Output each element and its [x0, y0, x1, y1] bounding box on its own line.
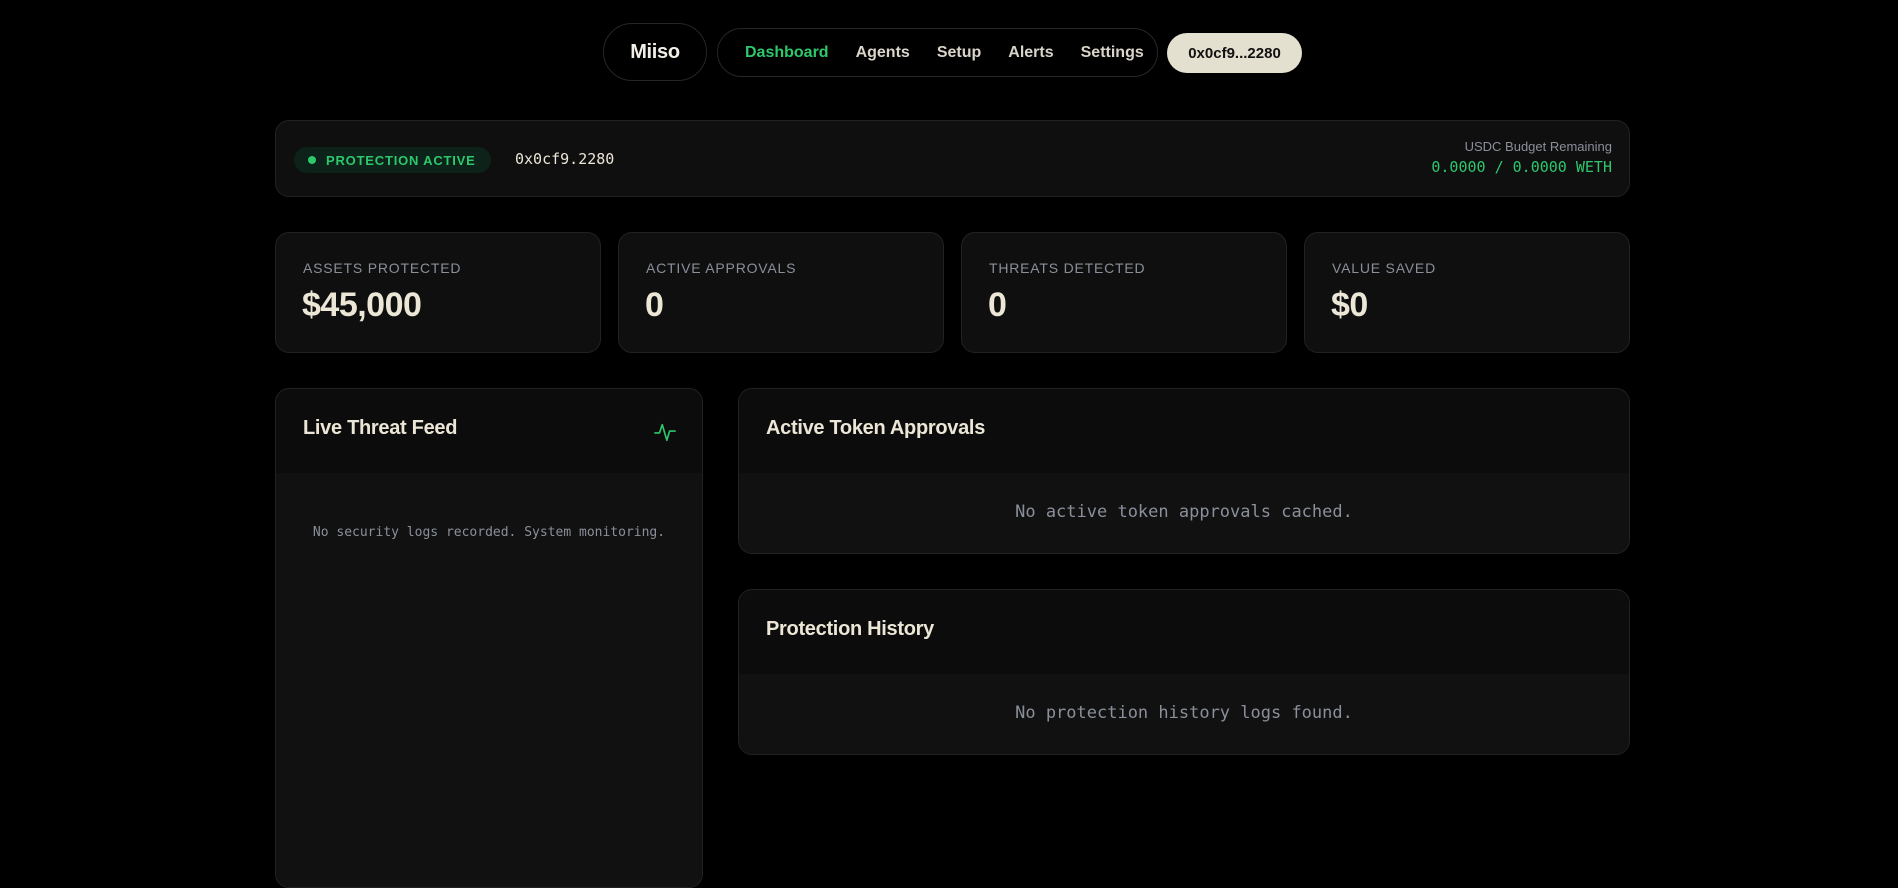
nav-link-alerts[interactable]: Alerts	[1008, 44, 1053, 62]
stat-card-threats-detected: THREATS DETECTED 0	[961, 232, 1287, 353]
nav-link-dashboard[interactable]: Dashboard	[745, 44, 829, 62]
protection-status-badge: PROTECTION ACTIVE	[294, 147, 491, 173]
stat-label: THREATS DETECTED	[989, 260, 1146, 276]
panel-header: Protection History	[739, 590, 1629, 675]
stat-value: $0	[1331, 286, 1368, 324]
stat-card-value-saved: VALUE SAVED $0	[1304, 232, 1630, 353]
protection-status-bar: PROTECTION ACTIVE 0x0cf9.2280 USDC Budge…	[275, 120, 1630, 197]
top-nav: Miiso Dashboard Agents Setup Alerts Sett…	[0, 23, 1898, 83]
panel-header: Live Threat Feed	[276, 389, 702, 474]
nav-link-setup[interactable]: Setup	[937, 44, 981, 62]
threat-feed-empty-message: No security logs recorded. System monito…	[312, 525, 666, 540]
nav-link-settings[interactable]: Settings	[1081, 44, 1144, 62]
stat-value: $45,000	[302, 286, 422, 324]
stat-card-assets-protected: ASSETS PROTECTED $45,000	[275, 232, 601, 353]
panel-body: No active token approvals cached.	[739, 473, 1629, 553]
panel-body: No security logs recorded. System monito…	[276, 473, 702, 887]
active-token-approvals-panel: Active Token Approvals No active token a…	[738, 388, 1630, 554]
stat-label: VALUE SAVED	[1332, 260, 1436, 276]
stat-label: ASSETS PROTECTED	[303, 260, 462, 276]
status-dot-icon	[308, 156, 316, 164]
logo-text: Miiso	[630, 40, 680, 63]
panel-title: Live Threat Feed	[303, 417, 458, 439]
history-empty-message: No protection history logs found.	[1015, 703, 1353, 723]
wallet-button[interactable]: 0x0cf9...2280	[1167, 33, 1302, 73]
stat-value: 0	[645, 286, 664, 324]
protected-address: 0x0cf9.2280	[515, 150, 615, 168]
stat-label: ACTIVE APPROVALS	[646, 260, 797, 276]
protection-history-panel: Protection History No protection history…	[738, 589, 1630, 755]
activity-pulse-icon	[654, 423, 676, 442]
budget-label: USDC Budget Remaining	[1464, 139, 1612, 154]
panel-body: No protection history logs found.	[739, 674, 1629, 754]
nav-links: Dashboard Agents Setup Alerts Settings	[717, 28, 1158, 77]
stat-value: 0	[988, 286, 1007, 324]
wallet-address: 0x0cf9...2280	[1188, 44, 1281, 62]
live-threat-feed-panel: Live Threat Feed No security logs record…	[275, 388, 703, 888]
logo[interactable]: Miiso	[603, 23, 707, 81]
stat-card-active-approvals: ACTIVE APPROVALS 0	[618, 232, 944, 353]
budget-value: 0.0000 / 0.0000 WETH	[1431, 158, 1612, 176]
panel-header: Active Token Approvals	[739, 389, 1629, 474]
protection-status-text: PROTECTION ACTIVE	[326, 152, 476, 168]
nav-link-agents[interactable]: Agents	[856, 44, 910, 62]
panel-title: Protection History	[766, 618, 934, 640]
panel-title: Active Token Approvals	[766, 417, 986, 439]
approvals-empty-message: No active token approvals cached.	[1015, 502, 1353, 522]
